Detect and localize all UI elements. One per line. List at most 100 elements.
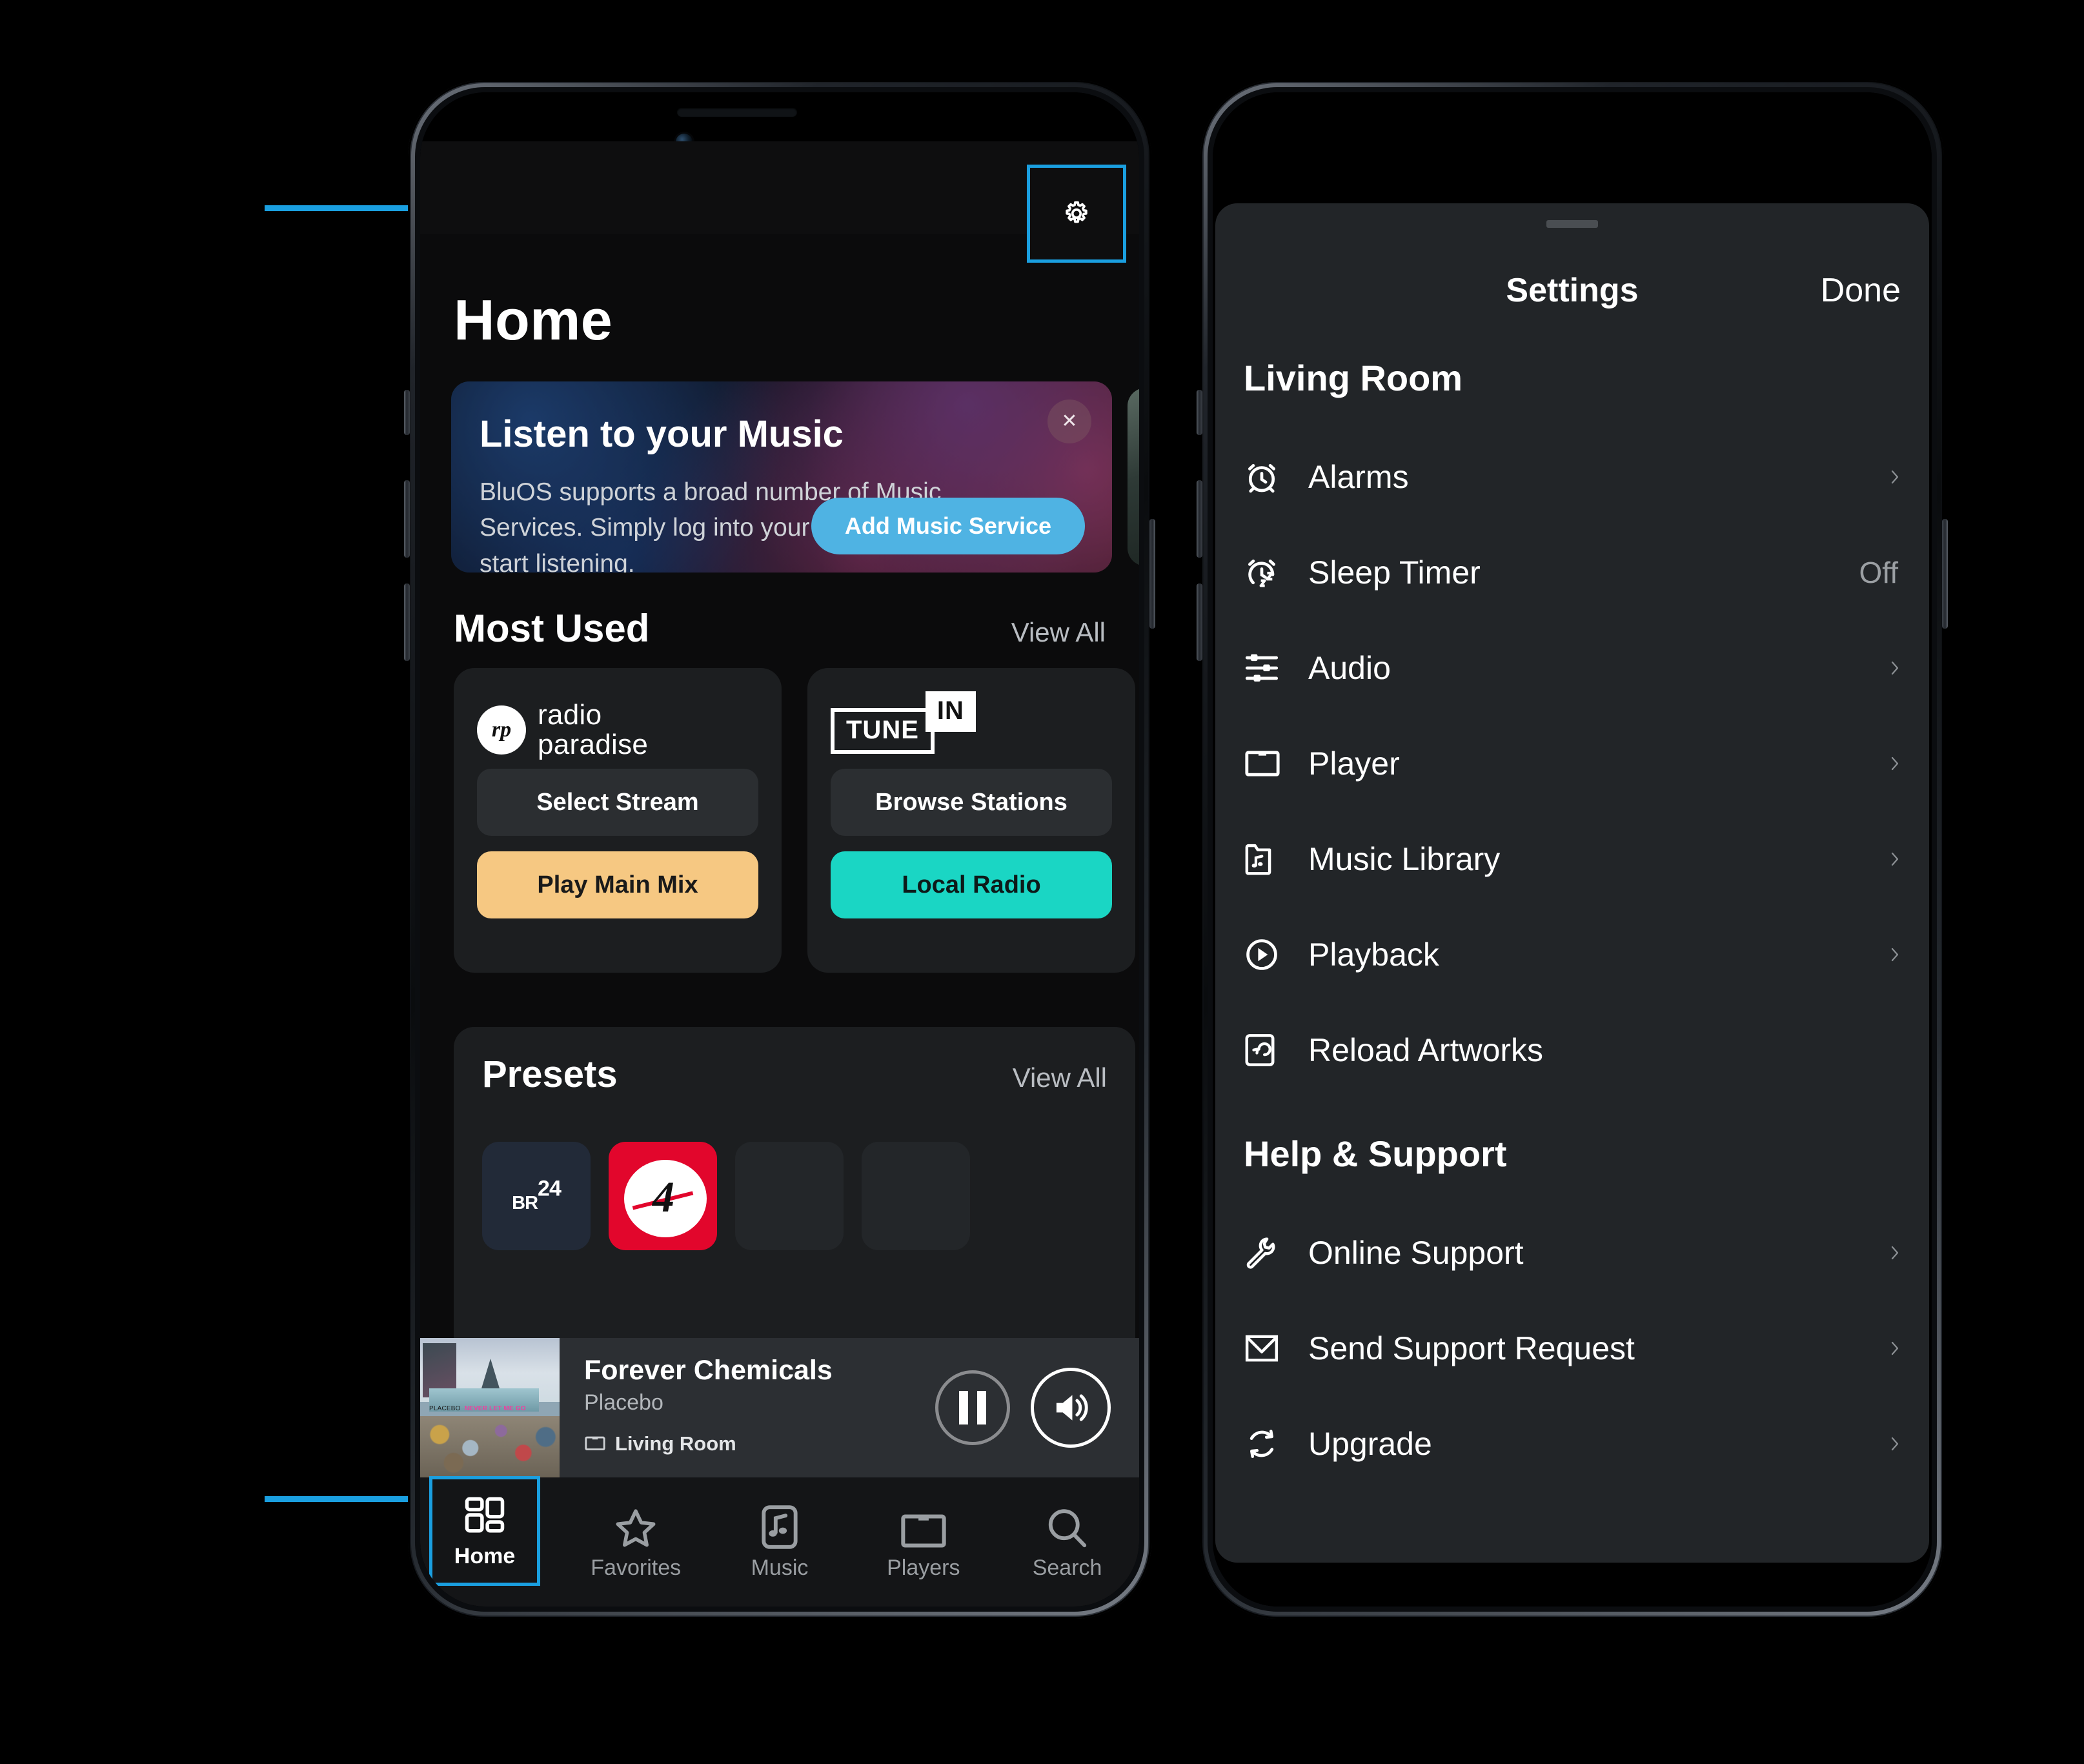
volume-button[interactable] <box>1031 1368 1111 1448</box>
tab-favorites[interactable]: Favorites <box>564 1477 708 1607</box>
preset-tile-red-logo[interactable]: 4 <box>609 1142 717 1250</box>
playback-label: Playback <box>1308 937 1439 973</box>
done-button[interactable]: Done <box>1821 271 1901 310</box>
tunein-tune-text: TUNE <box>831 708 935 754</box>
phone-left-volume-up[interactable] <box>404 480 410 558</box>
settings-row-online-support[interactable]: Online Support <box>1215 1226 1929 1280</box>
settings-row-sleep-timer[interactable]: Sleep Timer Off <box>1215 545 1929 600</box>
playback-icon-wrap <box>1244 937 1308 973</box>
presets-view-all[interactable]: View All <box>1013 1062 1107 1093</box>
local-radio-label: Local Radio <box>902 871 1041 898</box>
settings-row-reload-artworks[interactable]: Reload Artworks <box>1215 1023 1929 1077</box>
now-playing-bar[interactable]: PLACEBO NEVER LET ME GO Forever Chemical… <box>420 1338 1139 1477</box>
now-playing-info[interactable]: Forever Chemicals Placebo Living Room <box>560 1338 935 1477</box>
chevron-right-icon <box>1891 948 1899 962</box>
volume-icon <box>1056 1394 1088 1421</box>
presets-header: Presets View All <box>482 1053 1107 1096</box>
tab-home[interactable]: Home <box>420 1476 564 1607</box>
promo-card-next-peek[interactable] <box>1128 388 1139 566</box>
pause-button[interactable] <box>935 1370 1010 1445</box>
most-used-view-all[interactable]: View All <box>1011 617 1106 648</box>
play-circle-icon <box>1246 939 1277 970</box>
artwork-caption-album: NEVER LET ME GO <box>464 1405 526 1412</box>
player-icon-wrap <box>1244 749 1308 778</box>
group-title-help-support: Help & Support <box>1244 1133 1507 1174</box>
phone-bezel-left: Home ✕ Listen to your Music BluOS suppor… <box>420 92 1139 1607</box>
bluos-home-app: Home ✕ Listen to your Music BluOS suppor… <box>420 141 1139 1607</box>
speaker-icon <box>1245 751 1280 776</box>
chevron-right-icon <box>1891 852 1899 866</box>
play-main-mix-label: Play Main Mix <box>537 871 698 898</box>
play-main-mix-button[interactable]: Play Main Mix <box>477 851 758 918</box>
sleep-timer-icon-wrap <box>1244 554 1308 591</box>
settings-sheet: Settings Done Living Room Alarms Sleep T… <box>1215 203 1929 1563</box>
br24-label: BR24 <box>512 1176 561 1213</box>
page-title: Home <box>454 288 613 352</box>
player-label: Player <box>1308 745 1400 782</box>
phone-right-mute-button[interactable] <box>1197 390 1202 435</box>
settings-row-send-support-request[interactable]: Send Support Request <box>1215 1321 1929 1375</box>
tab-players[interactable]: Players <box>851 1477 995 1607</box>
upgrade-label: Upgrade <box>1308 1426 1432 1462</box>
settings-sheet-header: Settings Done <box>1215 261 1929 319</box>
browse-stations-label: Browse Stations <box>875 788 1067 816</box>
album-artwork[interactable]: PLACEBO NEVER LET ME GO <box>420 1338 560 1477</box>
music-library-label: Music Library <box>1308 841 1501 877</box>
settings-row-audio[interactable]: Audio <box>1215 641 1929 695</box>
phone-left-volume-down[interactable] <box>404 583 410 661</box>
preset-tile-empty-1[interactable] <box>735 1142 844 1250</box>
app-topbar <box>420 141 1139 263</box>
phone-left-mute-button[interactable] <box>404 390 410 435</box>
audio-sliders-icon <box>1245 654 1279 682</box>
add-music-service-button[interactable]: Add Music Service <box>811 498 1085 554</box>
rp-line-2: paradise <box>538 729 649 760</box>
preset-tile-br24[interactable]: BR24 <box>482 1142 591 1250</box>
audio-icon-wrap <box>1244 652 1308 684</box>
rp-mark-text: rp <box>491 718 512 742</box>
tab-search[interactable]: Search <box>995 1477 1139 1607</box>
speaker-icon <box>901 1514 946 1548</box>
artwork-caption-artist: PLACEBO <box>429 1405 461 1412</box>
track-title: Forever Chemicals <box>584 1355 833 1386</box>
pause-icon <box>959 1391 986 1424</box>
promo-heading: Listen to your Music <box>480 413 844 455</box>
promo-carousel[interactable]: ✕ Listen to your Music BluOS supports a … <box>451 381 1139 573</box>
local-radio-button[interactable]: Local Radio <box>831 851 1112 918</box>
radio-paradise-wordmark: radio paradise <box>538 700 648 760</box>
music-library-icon-wrap <box>1244 842 1308 877</box>
artwork-debris <box>420 1415 560 1477</box>
promo-card[interactable]: ✕ Listen to your Music BluOS supports a … <box>451 381 1112 573</box>
tab-music[interactable]: Music <box>708 1477 852 1607</box>
room-label: Living Room <box>615 1432 736 1455</box>
phone-bezel-right: Settings Done Living Room Alarms Sleep T… <box>1213 92 1932 1607</box>
preset-tile-empty-2[interactable] <box>862 1142 970 1250</box>
settings-row-music-library[interactable]: Music Library <box>1215 832 1929 886</box>
tab-players-icon-wrap <box>899 1503 948 1551</box>
phone-right-power-button[interactable] <box>1942 519 1948 629</box>
settings-gear-button[interactable] <box>1027 165 1126 263</box>
phone-right-volume-down[interactable] <box>1197 583 1202 661</box>
screen-right: Settings Done Living Room Alarms Sleep T… <box>1213 92 1932 1607</box>
settings-row-playback[interactable]: Playback <box>1215 928 1929 982</box>
most-used-header: Most Used View All <box>454 606 1106 651</box>
phone-left: Home ✕ Listen to your Music BluOS suppor… <box>404 80 1155 1619</box>
bottom-tab-bar: Home Favorites Music Players Search <box>420 1476 1139 1607</box>
tab-home-highlight[interactable]: Home <box>429 1476 540 1586</box>
most-used-card-tunein[interactable]: TUNE IN Browse Stations Local Radio <box>807 668 1135 973</box>
now-playing-room[interactable]: Living Room <box>584 1432 935 1455</box>
most-used-card-radio-paradise[interactable]: rp radio paradise Select Stream Play Mai… <box>454 668 782 973</box>
settings-row-alarms[interactable]: Alarms <box>1215 450 1929 504</box>
settings-row-player[interactable]: Player <box>1215 736 1929 791</box>
tab-music-label: Music <box>751 1556 809 1580</box>
tab-home-label: Home <box>454 1543 516 1568</box>
tunein-logo: TUNE IN <box>831 691 1112 769</box>
tab-players-label: Players <box>887 1556 960 1580</box>
phone-right-volume-up[interactable] <box>1197 480 1202 558</box>
chevron-right-icon <box>1891 756 1899 771</box>
sheet-grabber[interactable] <box>1546 220 1598 228</box>
phone-left-power-button[interactable] <box>1149 519 1155 629</box>
settings-row-upgrade[interactable]: Upgrade <box>1215 1417 1929 1471</box>
select-stream-button[interactable]: Select Stream <box>477 769 758 836</box>
browse-stations-button[interactable]: Browse Stations <box>831 769 1112 836</box>
promo-close-button[interactable]: ✕ <box>1047 400 1091 443</box>
